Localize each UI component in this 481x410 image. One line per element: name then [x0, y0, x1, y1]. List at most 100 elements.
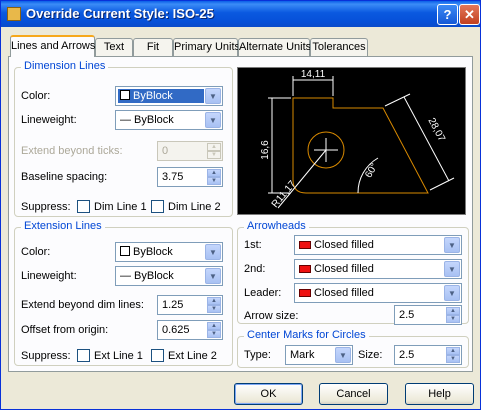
- spin-down-icon: ▼: [207, 151, 221, 159]
- dim-left-text: 16,6: [260, 140, 271, 160]
- chevron-down-icon[interactable]: ▼: [444, 285, 460, 301]
- chevron-down-icon[interactable]: ▼: [444, 261, 460, 277]
- window-title: Override Current Style: ISO-25: [26, 6, 214, 21]
- ext-color-label: Color:: [21, 246, 51, 258]
- offset-origin-value[interactable]: 0.625: [162, 324, 190, 336]
- ext-lineweight-label: Lineweight:: [21, 270, 77, 282]
- tab-primary-units[interactable]: Primary Units: [173, 38, 240, 56]
- dim-lineweight-select[interactable]: — ByBlock ▼: [115, 110, 223, 130]
- color-swatch: [120, 90, 130, 100]
- ext-line2-checkbox[interactable]: [151, 349, 164, 362]
- center-size-value[interactable]: 2.5: [399, 349, 414, 361]
- cancel-button[interactable]: Cancel: [319, 383, 388, 405]
- center-marks-group: Center Marks for Circles Type: Mark ▼ Si…: [237, 329, 469, 368]
- group-title: Dimension Lines: [21, 60, 109, 72]
- ok-button[interactable]: OK: [234, 383, 303, 405]
- tab-fit[interactable]: Fit: [133, 38, 173, 56]
- center-size-stepper[interactable]: 2.5 ▲ ▼: [394, 345, 462, 365]
- arrow-first-select[interactable]: Closed filled ▼: [294, 235, 462, 255]
- chevron-down-icon[interactable]: ▼: [335, 347, 351, 363]
- arrow-second-select[interactable]: Closed filled ▼: [294, 259, 462, 279]
- dim-top-text: 14,11: [301, 69, 326, 80]
- dim-line1-checkbox[interactable]: [77, 200, 90, 213]
- help-title-button[interactable]: ?: [437, 4, 458, 25]
- dim-lineweight-label: Lineweight:: [21, 114, 77, 126]
- ext-line1-checkbox[interactable]: [77, 349, 90, 362]
- arrow-leader-select[interactable]: Closed filled ▼: [294, 283, 462, 303]
- dim-lineweight-value: — ByBlock: [120, 114, 174, 126]
- group-title: Extension Lines: [21, 220, 105, 232]
- spin-up-icon[interactable]: ▲: [446, 347, 460, 355]
- ext-lineweight-value: — ByBlock: [120, 270, 174, 282]
- baseline-spacing-label: Baseline spacing:: [21, 171, 108, 183]
- dimension-lines-group: Dimension Lines Color: ByBlock ▼ Linewei…: [14, 60, 233, 217]
- arrow-first-label: 1st:: [244, 239, 262, 251]
- dim-extend-value: 0: [162, 145, 169, 157]
- center-type-label: Type:: [244, 349, 271, 361]
- baseline-spacing-value[interactable]: 3.75: [162, 171, 183, 183]
- dim-line2-label[interactable]: Dim Line 2: [168, 201, 221, 213]
- color-swatch: [120, 246, 130, 256]
- arrow-second-label: 2nd:: [244, 263, 266, 275]
- center-type-select[interactable]: Mark ▼: [285, 345, 353, 365]
- spin-up-icon[interactable]: ▲: [446, 307, 460, 315]
- spin-up-icon[interactable]: ▲: [207, 322, 221, 330]
- arrow-symbol-icon: [299, 265, 311, 273]
- ext-line2-label[interactable]: Ext Line 2: [168, 350, 217, 362]
- arrow-symbol-icon: [299, 241, 311, 249]
- dimension-style-preview: 14,11 16,6 28,07 60° R11,17: [237, 67, 466, 215]
- arrowheads-group: Arrowheads 1st: Closed filled ▼ 2nd: Clo…: [237, 220, 469, 325]
- help-button[interactable]: Help: [405, 383, 474, 405]
- dim-line1-label[interactable]: Dim Line 1: [94, 201, 147, 213]
- tab-text[interactable]: Text: [95, 38, 133, 56]
- arrow-first-value: Closed filled: [314, 239, 374, 251]
- center-type-value: Mark: [290, 349, 315, 361]
- chevron-down-icon[interactable]: ▼: [444, 237, 460, 253]
- offset-origin-label: Offset from origin:: [21, 324, 109, 336]
- spin-up-icon[interactable]: ▲: [207, 297, 221, 305]
- spin-down-icon[interactable]: ▼: [446, 355, 460, 363]
- dim-extend-stepper: 0 ▲ ▼: [157, 141, 223, 161]
- ext-line1-label[interactable]: Ext Line 1: [94, 350, 143, 362]
- dim-suppress-label: Suppress:: [21, 201, 71, 213]
- tab-tolerances[interactable]: Tolerances: [310, 38, 368, 56]
- close-button[interactable]: ✕: [459, 4, 480, 25]
- arrow-size-value[interactable]: 2.5: [399, 309, 414, 321]
- spin-up-icon: ▲: [207, 143, 221, 151]
- spin-down-icon[interactable]: ▼: [207, 330, 221, 338]
- ext-extend-stepper[interactable]: 1.25 ▲ ▼: [157, 295, 223, 315]
- dim-color-select[interactable]: ByBlock ▼: [115, 86, 223, 106]
- chevron-down-icon[interactable]: ▼: [205, 112, 221, 128]
- arrow-size-stepper[interactable]: 2.5 ▲ ▼: [394, 305, 462, 325]
- dim-right-text: 28,07: [425, 116, 447, 144]
- ext-extend-label: Extend beyond dim lines:: [21, 299, 144, 311]
- group-title: Arrowheads: [244, 220, 309, 232]
- chevron-down-icon[interactable]: ▼: [205, 268, 221, 284]
- dim-extend-label: Extend beyond ticks:: [21, 145, 123, 157]
- dim-radius-text: R11,17: [270, 178, 299, 210]
- spin-up-icon[interactable]: ▲: [207, 169, 221, 177]
- app-icon: [7, 7, 21, 21]
- baseline-spacing-stepper[interactable]: 3.75 ▲ ▼: [157, 167, 223, 187]
- title-bar[interactable]: Override Current Style: ISO-25 ? ✕: [1, 1, 480, 27]
- chevron-down-icon[interactable]: ▼: [205, 88, 221, 104]
- tab-alternate-units[interactable]: Alternate Units: [238, 38, 311, 56]
- ext-lineweight-select[interactable]: — ByBlock ▼: [115, 266, 223, 286]
- spin-down-icon[interactable]: ▼: [207, 177, 221, 185]
- ext-suppress-label: Suppress:: [21, 350, 71, 362]
- ext-color-select[interactable]: ByBlock ▼: [115, 242, 223, 262]
- ext-extend-value[interactable]: 1.25: [162, 299, 183, 311]
- arrow-second-value: Closed filled: [314, 263, 374, 275]
- tab-lines-and-arrows[interactable]: Lines and Arrows: [10, 35, 95, 57]
- chevron-down-icon[interactable]: ▼: [205, 244, 221, 260]
- offset-origin-stepper[interactable]: 0.625 ▲ ▼: [157, 320, 223, 340]
- arrow-symbol-icon: [299, 289, 311, 297]
- arrow-size-label: Arrow size:: [244, 310, 299, 322]
- extension-lines-group: Extension Lines Color: ByBlock ▼ Linewei…: [14, 220, 233, 366]
- dialog-window: Override Current Style: ISO-25 ? ✕ Lines…: [0, 0, 481, 410]
- dim-line2-checkbox[interactable]: [151, 200, 164, 213]
- spin-down-icon[interactable]: ▼: [446, 315, 460, 323]
- dim-angle-text: 60°: [363, 161, 380, 180]
- preview-drawing: 14,11 16,6 28,07 60° R11,17: [260, 69, 455, 210]
- spin-down-icon[interactable]: ▼: [207, 305, 221, 313]
